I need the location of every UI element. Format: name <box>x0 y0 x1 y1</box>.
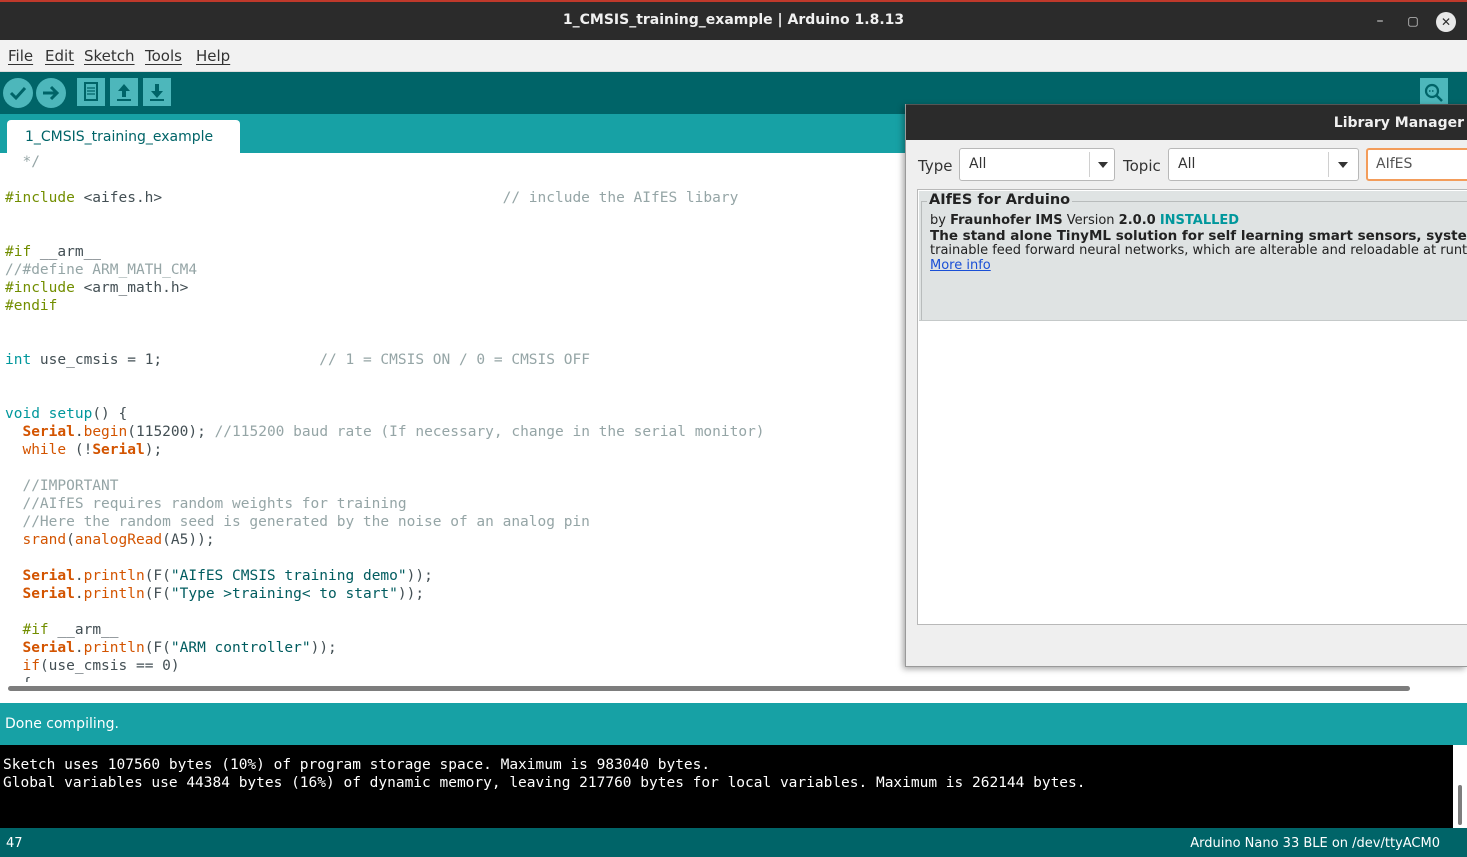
code-line: //IMPORTANT <box>5 478 119 494</box>
code-line: //#define ARM_MATH_CM4 <box>5 262 198 278</box>
new-icon[interactable] <box>77 78 105 106</box>
code-line: */ <box>5 154 40 170</box>
horizontal-scrollbar[interactable] <box>8 686 1410 691</box>
code-line: #include <aifes.h> // include the AIfES … <box>5 190 739 206</box>
dropdown-separator <box>1089 152 1090 177</box>
library-name: AIfES for Arduino <box>927 192 1073 208</box>
footer-bar: 47 Arduino Nano 33 BLE on /dev/ttyACM0 <box>0 828 1467 857</box>
library-manager-dialog: Library Manager Type All Topic All AIfES… <box>905 104 1467 667</box>
tab-sketch[interactable]: 1_CMSIS_training_example <box>7 120 240 153</box>
line-number: 47 <box>6 836 23 851</box>
console-line: Global variables use 44384 bytes (16%) o… <box>3 775 1086 791</box>
type-dropdown[interactable]: All <box>959 148 1115 181</box>
code-line: Serial.println(F("ARM controller")); <box>22 640 337 656</box>
topic-value: All <box>1178 156 1196 172</box>
minimize-icon[interactable]: – <box>1369 10 1391 32</box>
library-author: Fraunhofer IMS <box>950 213 1063 228</box>
upload-icon[interactable] <box>36 78 66 108</box>
code-line: //Here the random seed is generated by t… <box>5 514 590 530</box>
library-meta: by Fraunhofer IMS Version 2.0.0 INSTALLE… <box>930 213 1239 228</box>
code-line: while (!Serial); <box>22 442 163 458</box>
library-manager-titlebar: Library Manager <box>906 104 1467 140</box>
console-line: Sketch uses 107560 bytes (10%) of progra… <box>3 757 711 773</box>
console-scrollbar[interactable] <box>1453 745 1467 828</box>
verify-icon[interactable] <box>3 78 33 108</box>
maximize-icon[interactable]: ▢ <box>1402 10 1424 32</box>
serial-monitor-icon[interactable] <box>1420 78 1448 106</box>
library-summary: The stand alone TinyML solution for self… <box>930 228 1467 244</box>
menu-file[interactable]: File <box>8 47 33 65</box>
more-info-link[interactable]: More info <box>930 258 991 273</box>
library-version: 2.0.0 <box>1118 213 1156 228</box>
chevron-down-icon <box>1098 162 1108 168</box>
code-line: #endif <box>5 298 58 314</box>
library-search-input[interactable]: AIfES <box>1366 148 1467 181</box>
code-line: if(use_cmsis == 0) <box>22 658 180 674</box>
window-title: 1_CMSIS_training_example | Arduino 1.8.1… <box>562 12 905 28</box>
dropdown-separator <box>1328 152 1329 177</box>
type-label: Type <box>918 157 953 175</box>
code-line: int use_cmsis = 1; // 1 = CMSIS ON / 0 =… <box>5 352 590 368</box>
by-label: by <box>930 213 946 228</box>
installed-badge: INSTALLED <box>1159 213 1240 228</box>
code-line: Serial.println(F("Type >training< to sta… <box>22 586 425 602</box>
library-manager-title: Library Manager <box>1333 115 1464 131</box>
code-line: #if __arm__ <box>22 622 119 638</box>
menu-tools[interactable]: Tools <box>145 47 182 65</box>
menu-help[interactable]: Help <box>196 47 230 65</box>
tab-label: 1_CMSIS_training_example <box>25 129 214 145</box>
code-line: Serial.println(F("AIfES CMSIS training d… <box>22 568 433 584</box>
menu-bar: File Edit Sketch Tools Help <box>0 40 1467 72</box>
chevron-down-icon <box>1338 162 1348 168</box>
search-value: AIfES <box>1376 156 1413 172</box>
board-port: Arduino Nano 33 BLE on /dev/ttyACM0 <box>1190 836 1440 851</box>
console-output[interactable]: Sketch uses 107560 bytes (10%) of progra… <box>0 745 1453 828</box>
code-line: srand(analogRead(A5)); <box>22 532 215 548</box>
code-line: #include <arm_math.h> <box>5 280 189 296</box>
library-list[interactable]: AIfES for Arduino by Fraunhofer IMS Vers… <box>917 189 1467 625</box>
save-icon[interactable] <box>143 78 171 106</box>
topic-label: Topic <box>1123 157 1161 175</box>
code-line: //AIfES requires random weights for trai… <box>5 496 407 512</box>
status-bar: Done compiling. <box>0 703 1467 745</box>
code-line: void setup() { <box>5 406 128 422</box>
type-value: All <box>969 156 987 172</box>
console-scroll-thumb[interactable] <box>1458 785 1462 825</box>
code-line: #if __arm__ <box>5 244 102 260</box>
library-entry[interactable]: AIfES for Arduino by Fraunhofer IMS Vers… <box>919 191 1467 321</box>
open-icon[interactable] <box>110 78 138 106</box>
code-line: Serial.begin(115200); //115200 baud rate… <box>22 424 765 440</box>
status-message: Done compiling. <box>5 716 119 732</box>
version-label: Version <box>1066 213 1115 228</box>
menu-edit[interactable]: Edit <box>45 47 74 65</box>
menu-sketch[interactable]: Sketch <box>84 47 135 65</box>
close-icon[interactable]: ✕ <box>1436 12 1456 32</box>
library-description: trainable feed forward neural networks, … <box>930 243 1467 258</box>
window-titlebar: 1_CMSIS_training_example | Arduino 1.8.1… <box>0 0 1467 40</box>
topic-dropdown[interactable]: All <box>1168 148 1359 181</box>
